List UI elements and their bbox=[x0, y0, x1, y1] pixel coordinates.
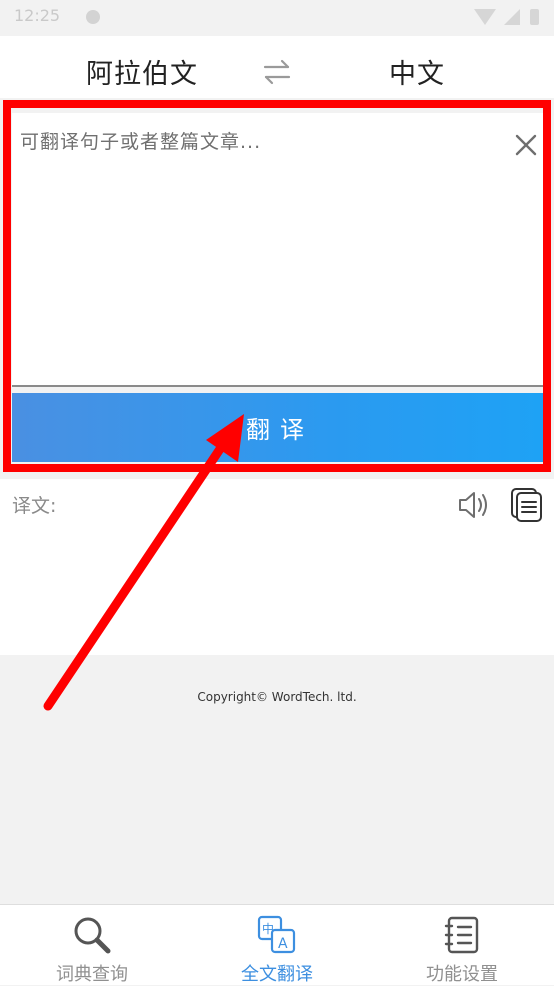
nav-label: 全文翻译 bbox=[241, 964, 313, 985]
status-time: 12:25 bbox=[14, 6, 61, 25]
battery-icon bbox=[530, 9, 539, 25]
speaker-icon[interactable] bbox=[456, 487, 492, 523]
nav-function-settings[interactable]: 功能设置 bbox=[392, 905, 532, 985]
result-label: 译文: bbox=[12, 495, 57, 517]
status-indicators bbox=[474, 9, 544, 25]
copy-icon[interactable] bbox=[510, 487, 544, 523]
source-text-card bbox=[12, 113, 544, 387]
signal-icon bbox=[504, 9, 520, 25]
svg-text:A: A bbox=[278, 936, 288, 952]
nav-label: 词典查询 bbox=[56, 964, 128, 985]
bottom-navigation: 词典查询 中 A 全文翻译 功能设置 bbox=[0, 904, 554, 985]
search-icon bbox=[74, 917, 111, 954]
language-bar: 阿拉伯文 中文 bbox=[0, 36, 554, 98]
status-bar: 12:25 bbox=[0, 0, 554, 36]
swap-arrows-icon[interactable] bbox=[262, 58, 292, 86]
source-text-input[interactable] bbox=[20, 127, 490, 367]
target-language-selector[interactable]: 中文 bbox=[389, 52, 445, 91]
translation-result-panel: 译文: bbox=[0, 479, 554, 655]
nav-label: 功能设置 bbox=[426, 964, 498, 985]
copyright-text: Copyright© WordTech. ltd. bbox=[197, 690, 357, 704]
wifi-icon bbox=[474, 9, 496, 25]
svg-text:中: 中 bbox=[262, 921, 274, 936]
notification-icon bbox=[86, 10, 100, 24]
translate-button[interactable]: 翻译 bbox=[12, 393, 544, 462]
translate-icon: 中 A bbox=[257, 915, 296, 954]
nav-full-text-translation[interactable]: 中 A 全文翻译 bbox=[207, 905, 347, 985]
notebook-icon bbox=[444, 916, 479, 954]
source-language-selector[interactable]: 阿拉伯文 bbox=[86, 52, 198, 91]
close-icon[interactable] bbox=[512, 131, 540, 159]
nav-dictionary-lookup[interactable]: 词典查询 bbox=[22, 905, 162, 985]
